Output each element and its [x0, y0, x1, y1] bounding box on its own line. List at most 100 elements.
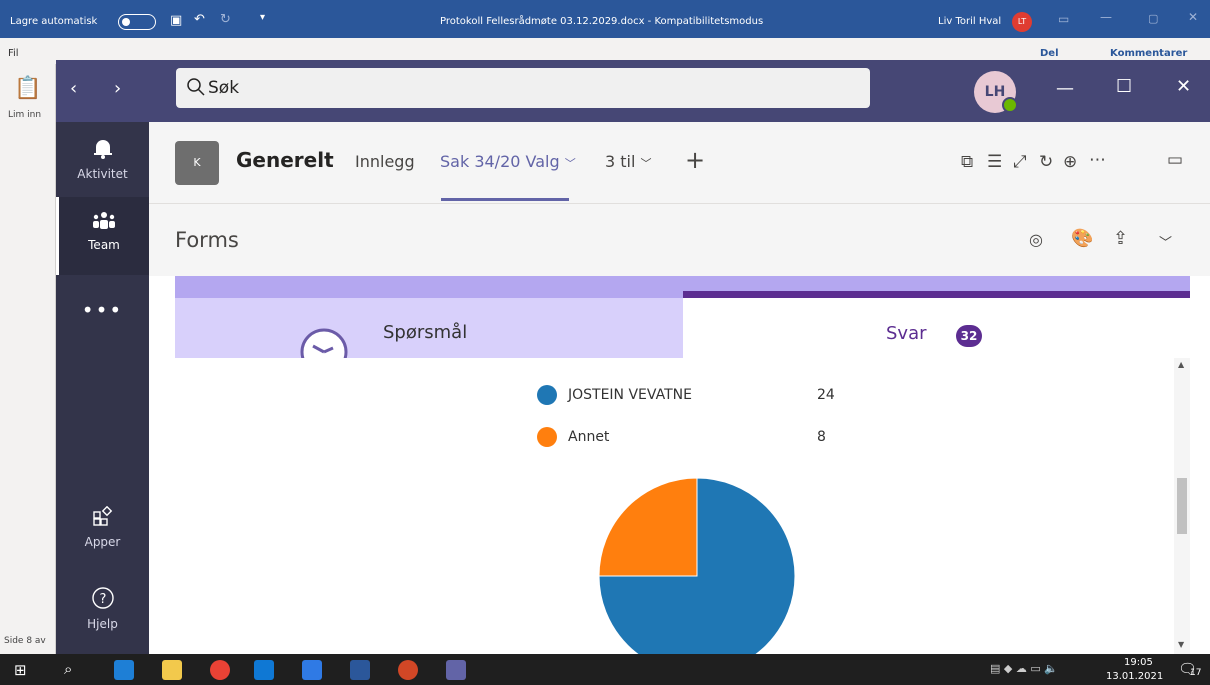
maximize-icon[interactable]: ☐	[1116, 76, 1132, 97]
notification-count: 17	[1190, 668, 1202, 678]
tab-questions[interactable]: Spørsmål	[175, 298, 683, 358]
word-user-avatar[interactable]: LT	[1012, 12, 1032, 32]
rail-item-teams[interactable]: Team	[56, 197, 149, 275]
response-count-badge: 32	[956, 325, 982, 347]
legend-item: JOSTEIN VEVATNE 24	[537, 384, 857, 406]
responses-content: JOSTEIN VEVATNE 24 Annet 8	[175, 358, 1190, 654]
channel-header: K Generelt Innlegg Sak 34/20 Valg ﹀ 3 ti…	[149, 122, 1210, 204]
paste-label[interactable]: Lim inn	[8, 110, 41, 120]
minimize-icon[interactable]: —	[1056, 78, 1074, 99]
taskbar-search-icon[interactable]: ⌕	[64, 660, 72, 678]
rail-label-activity: Aktivitet	[77, 167, 128, 181]
help-icon: ?	[91, 587, 114, 609]
share-button[interactable]: Del	[1040, 48, 1059, 59]
app-title: Forms	[175, 228, 239, 252]
close-icon[interactable]: ✕	[1176, 76, 1191, 97]
chevron-down-icon: ﹀	[640, 157, 652, 170]
ribbon-tab-file[interactable]: Fil	[8, 48, 19, 59]
powerpoint-icon[interactable]	[398, 660, 418, 680]
tab-more-tabs[interactable]: 3 til ﹀	[605, 152, 652, 171]
word-close-icon[interactable]: ✕	[1188, 10, 1198, 24]
pie-chart	[598, 477, 796, 654]
share-icon[interactable]: ⇪	[1113, 228, 1128, 249]
outlook-icon[interactable]	[254, 660, 274, 680]
scroll-down-icon[interactable]: ▼	[1178, 640, 1184, 649]
legend-value-0: 24	[817, 387, 835, 403]
search-input[interactable]: Søk	[176, 68, 870, 108]
globe-icon[interactable]: ⊕	[1063, 152, 1077, 172]
meet-now-icon[interactable]: ▭	[1167, 150, 1183, 170]
paste-icon[interactable]: 📋	[14, 76, 41, 101]
windows-start-icon[interactable]: ⊞	[14, 661, 27, 679]
chrome-icon[interactable]	[210, 660, 230, 680]
chevron-down-icon: ﹀	[564, 157, 576, 170]
forms-app-bar: Forms ◎ 🎨 ⇪ ﹀	[149, 204, 1210, 276]
eye-icon[interactable]: ◎	[1029, 230, 1043, 249]
toggle-knob	[122, 18, 130, 26]
tab-sak-valg[interactable]: Sak 34/20 Valg ﹀	[440, 152, 576, 171]
rail-item-apps[interactable]: Apper	[56, 505, 149, 549]
apps-icon	[92, 505, 112, 526]
refresh-icon[interactable]: ↻	[1039, 152, 1053, 172]
palette-icon[interactable]: 🎨	[1071, 228, 1093, 249]
search-icon	[187, 78, 205, 96]
back-icon[interactable]: ‹	[70, 78, 77, 99]
internet-explorer-icon[interactable]	[302, 660, 322, 680]
clock-icon	[300, 328, 348, 358]
conversation-icon[interactable]: ☰	[987, 152, 1002, 172]
forward-icon[interactable]: ›	[114, 78, 121, 99]
legend-item: Annet 8	[537, 426, 857, 448]
redo-icon[interactable]: ↻	[220, 12, 231, 27]
word-icon[interactable]	[350, 660, 370, 680]
expand-icon[interactable]: ⤢	[1013, 152, 1027, 172]
taskbar: ⊞ ⌕ ▤ ◆ ☁ ▭ 🔈 19:05 13.01.2021 🗨 17	[0, 654, 1210, 685]
word-minimize-icon[interactable]: —	[1100, 10, 1112, 24]
search-placeholder: Søk	[208, 78, 240, 98]
edge-legacy-icon[interactable]	[114, 660, 134, 680]
more-apps-icon[interactable]: •••	[56, 298, 149, 322]
presence-available-icon	[1002, 97, 1018, 113]
legend-label-1: Annet	[568, 429, 610, 445]
scroll-up-icon[interactable]: ▲	[1178, 360, 1184, 369]
tab-posts[interactable]: Innlegg	[355, 152, 415, 171]
word-user-name: Liv Toril Hval	[938, 16, 1002, 27]
teams-taskbar-icon[interactable]	[446, 660, 466, 680]
document-title: Protokoll Fellesrådmøte 03.12.2029.docx …	[440, 16, 764, 27]
open-external-icon[interactable]: ⧉	[961, 152, 973, 172]
legend-swatch-1	[537, 427, 557, 447]
undo-icon[interactable]: ↶	[194, 12, 205, 27]
legend-label-0: JOSTEIN VEVATNE	[568, 387, 692, 403]
pie-slice-1[interactable]	[598, 477, 698, 577]
tab-sak-valg-label: Sak 34/20 Valg	[440, 152, 560, 171]
tab-more-tabs-label: 3 til	[605, 152, 636, 171]
customize-icon[interactable]: ▾	[260, 12, 265, 23]
active-tab-indicator	[441, 198, 569, 201]
add-tab-icon[interactable]: +	[685, 146, 705, 174]
save-icon[interactable]: ▣	[170, 13, 182, 28]
clock-date: 13.01.2021	[1106, 671, 1164, 682]
scrollbar[interactable]: ▲ ▼	[1174, 358, 1190, 654]
rail-item-help[interactable]: ? Hjelp	[56, 586, 149, 631]
tab-questions-label: Spørsmål	[383, 322, 468, 343]
teams-app-bar: Aktivitet Team ••• Apper ? Hjelp	[56, 122, 149, 654]
legend-value-1: 8	[817, 429, 826, 445]
autosave-toggle[interactable]	[118, 14, 156, 30]
tab-responses-label: Svar	[886, 323, 927, 344]
bell-icon	[93, 140, 112, 159]
team-avatar[interactable]: K	[175, 141, 219, 185]
chevron-down-icon[interactable]: ﹀	[1159, 232, 1172, 251]
file-explorer-icon[interactable]	[162, 660, 182, 680]
svg-text:?: ?	[99, 592, 106, 607]
rail-item-activity[interactable]: Aktivitet	[56, 136, 149, 181]
more-options-icon[interactable]: ⋯	[1089, 150, 1106, 170]
legend-swatch-0	[537, 385, 557, 405]
comments-button[interactable]: Kommentarer	[1110, 48, 1187, 59]
channel-name: Generelt	[236, 148, 334, 172]
autosave-label: Lagre automatisk	[10, 16, 98, 27]
word-maximize-icon[interactable]: ▢	[1148, 12, 1158, 25]
tab-responses[interactable]: Svar 32	[683, 291, 1190, 358]
scroll-thumb[interactable]	[1177, 478, 1187, 534]
system-tray-icons[interactable]: ▤ ◆ ☁ ▭ 🔈	[990, 662, 1058, 675]
page-status: Side 8 av	[4, 636, 46, 646]
ribbon-display-icon[interactable]: ▭	[1058, 12, 1069, 26]
